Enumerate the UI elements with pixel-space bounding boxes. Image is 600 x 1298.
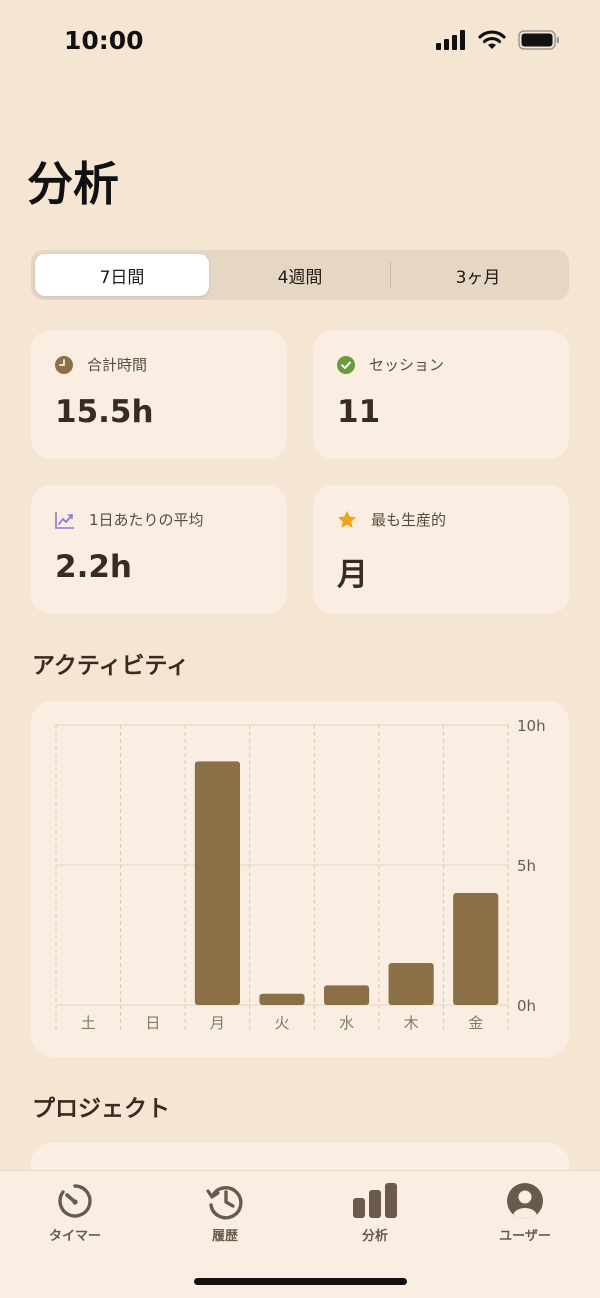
y-tick-label: 5h xyxy=(517,857,536,875)
check-circle-icon xyxy=(337,355,355,374)
x-tick-label: 火 xyxy=(274,1014,289,1032)
daily-average-value: 2.2h xyxy=(55,549,132,585)
x-tick-label: 土 xyxy=(81,1014,96,1032)
status-bar: 10:00 xyxy=(0,0,600,82)
status-icons xyxy=(436,30,560,50)
page-title: 分析 xyxy=(27,157,119,211)
x-tick-label: 月 xyxy=(210,1014,225,1032)
segment-4-weeks[interactable]: 4週間 xyxy=(213,254,387,296)
x-tick-label: 日 xyxy=(145,1014,160,1032)
home-indicator xyxy=(194,1278,407,1285)
bar-5 xyxy=(388,963,434,1005)
daily-average-card: 1日あたりの平均 2.2h xyxy=(31,485,287,614)
wifi-icon xyxy=(478,30,506,49)
activity-chart: 土 日 月 火 水 木 金 0h 5h 10h xyxy=(55,717,546,1033)
tab-history-label: 履歴 xyxy=(211,1229,238,1244)
total-time-label: 合計時間 xyxy=(87,356,148,374)
history-icon xyxy=(206,1186,243,1220)
signal-icon xyxy=(436,30,465,50)
bar-2 xyxy=(194,761,241,1005)
x-tick-label: 水 xyxy=(339,1014,354,1032)
sessions-value: 11 xyxy=(337,394,381,430)
bar-6 xyxy=(453,893,499,1005)
most-productive-label: 最も生産的 xyxy=(371,511,447,529)
most-productive-value: 月 xyxy=(337,557,368,593)
activity-section-title: アクティビティ xyxy=(32,653,190,679)
x-tick-label: 金 xyxy=(468,1014,483,1032)
most-productive-card: 最も生産的 月 xyxy=(313,485,569,614)
activity-chart-card: 土 日 月 火 水 木 金 0h 5h 10h xyxy=(31,701,569,1057)
range-segmented-control[interactable]: 7日間 4週間 3ヶ月 xyxy=(31,250,569,300)
tab-analytics[interactable]: 分析 xyxy=(320,1181,430,1244)
total-time-value: 15.5h xyxy=(55,394,154,430)
segment-3-months[interactable]: 3ヶ月 xyxy=(391,254,565,296)
tab-history[interactable]: 履歴 xyxy=(170,1181,280,1244)
daily-average-label: 1日あたりの平均 xyxy=(89,511,204,529)
tab-timer[interactable]: タイマー xyxy=(20,1181,130,1244)
tab-user-label: ユーザー xyxy=(499,1229,551,1244)
star-icon xyxy=(338,510,356,528)
bar-4 xyxy=(323,985,370,1005)
tab-user[interactable]: ユーザー xyxy=(470,1181,580,1244)
y-tick-label: 0h xyxy=(517,997,536,1015)
x-tick-label: 木 xyxy=(404,1014,419,1032)
total-time-card: 合計時間 15.5h xyxy=(31,330,287,459)
tab-timer-label: タイマー xyxy=(48,1229,101,1244)
tab-analytics-label: 分析 xyxy=(361,1229,388,1244)
sessions-label: セッション xyxy=(369,356,445,374)
battery-icon xyxy=(518,30,559,50)
clock-icon xyxy=(55,355,73,374)
projects-section-title: プロジェクト xyxy=(32,1096,170,1122)
y-tick-label: 10h xyxy=(517,717,546,735)
sessions-card: セッション 11 xyxy=(313,330,569,459)
status-time: 10:00 xyxy=(64,26,144,55)
timer-icon xyxy=(58,1184,92,1218)
bar-3 xyxy=(259,993,305,1005)
user-icon xyxy=(507,1183,543,1219)
bar-chart-icon xyxy=(353,1183,397,1218)
segment-7-days[interactable]: 7日間 xyxy=(35,254,209,296)
trend-chart-icon xyxy=(55,511,74,529)
